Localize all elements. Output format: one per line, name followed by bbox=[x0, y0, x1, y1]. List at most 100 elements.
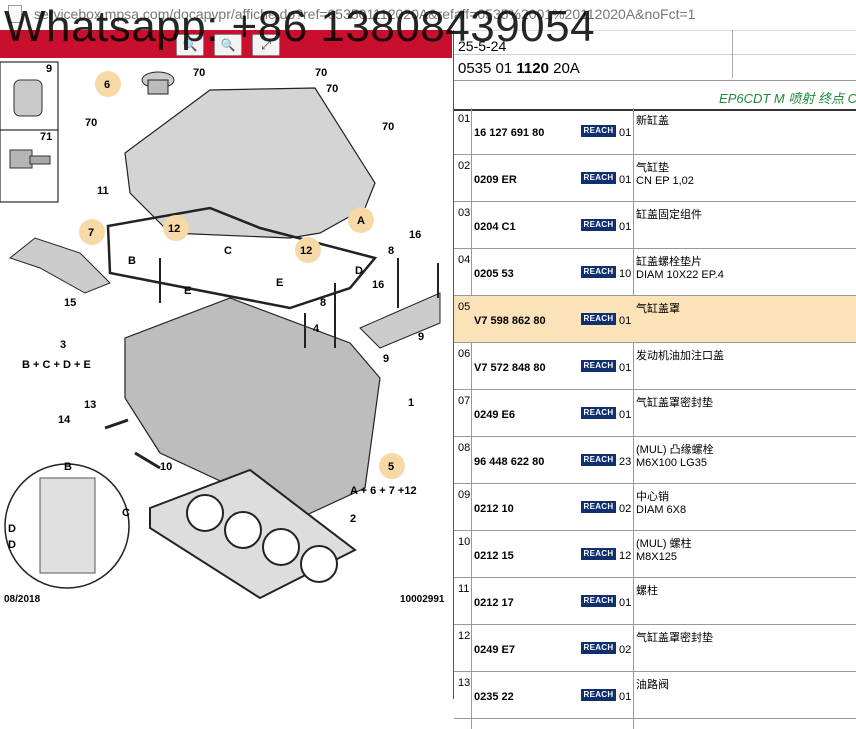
part-spec: M6X100 LG35 bbox=[636, 457, 707, 469]
part-number: 0212 17 bbox=[474, 597, 514, 609]
svg-text:5: 5 bbox=[388, 461, 394, 473]
svg-text:14: 14 bbox=[58, 414, 71, 426]
header-column-divider bbox=[732, 30, 733, 78]
part-spec: DIAM 10X22 EP.4 bbox=[636, 269, 724, 281]
table-row[interactable]: 01 16 127 691 80 01 新缸盖 REACH bbox=[454, 108, 856, 155]
svg-text:16: 16 bbox=[372, 279, 384, 291]
reach-badge[interactable]: REACH bbox=[581, 548, 616, 560]
table-row[interactable]: 10 0212 15 12 (MUL) 螺柱 M8X125 REACH bbox=[454, 531, 856, 578]
zoom-in-icon[interactable]: 🔍 bbox=[176, 34, 204, 56]
svg-text:12: 12 bbox=[300, 245, 312, 257]
row-index: 07 bbox=[458, 395, 471, 407]
table-row[interactable]: 08 96 448 622 80 23 (MUL) 凸缘螺栓 M6X100 LG35 RE… bbox=[454, 437, 856, 484]
svg-text:4: 4 bbox=[313, 323, 320, 335]
table-row[interactable]: 12 0249 E7 02 气缸盖罩密封垫 REACH bbox=[454, 625, 856, 672]
part-description: 缸盖固定组件 bbox=[636, 209, 702, 221]
header-divider bbox=[454, 54, 856, 55]
part-number: 96 448 622 80 bbox=[474, 456, 545, 468]
table-row[interactable]: 03 0204 C1 01 缸盖固定组件 REACH bbox=[454, 202, 856, 249]
table-row[interactable]: 13 0235 22 01 油路阀 REACH bbox=[454, 672, 856, 719]
quantity: 02 bbox=[619, 503, 632, 515]
part-description: 气缸盖罩密封垫 bbox=[636, 632, 713, 644]
part-spec: DIAM 6X8 bbox=[636, 504, 687, 516]
svg-text:E: E bbox=[276, 277, 283, 289]
svg-text:70: 70 bbox=[382, 121, 394, 133]
reach-badge[interactable]: REACH bbox=[581, 501, 616, 513]
svg-text:3: 3 bbox=[60, 339, 66, 351]
parts-table: 01 16 127 691 80 01 新缸盖 REACH 02 0209 ER 01 气缸垫 C… bbox=[454, 108, 856, 719]
reach-badge[interactable]: REACH bbox=[581, 595, 616, 607]
svg-text:B: B bbox=[64, 461, 72, 473]
reach-badge[interactable]: REACH bbox=[581, 172, 616, 184]
part-number: 0249 E6 bbox=[474, 409, 515, 421]
reach-badge[interactable]: REACH bbox=[581, 407, 616, 419]
reach-badge[interactable]: REACH bbox=[581, 219, 616, 231]
svg-text:1: 1 bbox=[408, 397, 414, 409]
reach-badge[interactable]: REACH bbox=[581, 689, 616, 701]
row-index: 12 bbox=[458, 630, 471, 642]
svg-text:11: 11 bbox=[97, 185, 109, 197]
part-description: (MUL) 螺柱 bbox=[636, 538, 692, 550]
quantity: 01 bbox=[619, 597, 632, 609]
table-row[interactable]: 06 V7 572 848 80 01 发动机油加注口盖 REACH bbox=[454, 343, 856, 390]
svg-text:9: 9 bbox=[46, 63, 52, 75]
row-index: 03 bbox=[458, 207, 471, 219]
reach-badge[interactable]: REACH bbox=[581, 454, 616, 466]
quantity: 01 bbox=[619, 362, 632, 374]
row-index: 05 bbox=[458, 301, 471, 313]
part-description: 螺柱 bbox=[636, 585, 658, 597]
svg-text:2: 2 bbox=[350, 513, 356, 525]
table-row[interactable]: 07 0249 E6 01 气缸盖罩密封垫 REACH bbox=[454, 390, 856, 437]
svg-text:70: 70 bbox=[326, 83, 338, 95]
reach-badge[interactable]: REACH bbox=[581, 642, 616, 654]
reset-zoom-icon[interactable]: ⤢ bbox=[252, 34, 280, 56]
svg-text:A: A bbox=[357, 215, 365, 227]
table-row[interactable]: 04 0205 53 10 缸盖螺栓垫片 DIAM 10X22 EP.4 REACH bbox=[454, 249, 856, 296]
row-index: 09 bbox=[458, 489, 471, 501]
table-row[interactable]: 05 V7 598 862 80 01 气缸盖罩 REACH bbox=[454, 296, 856, 343]
parts-diagram: 9 71 6 70 70 70 70 70 11 A 7 12 C 12 16 … bbox=[0, 58, 452, 609]
svg-text:71: 71 bbox=[40, 131, 52, 143]
svg-text:B: B bbox=[128, 255, 136, 267]
reach-badge[interactable]: REACH bbox=[581, 360, 616, 372]
svg-text:7: 7 bbox=[88, 227, 94, 239]
zoom-out-icon[interactable]: 🔍 bbox=[214, 34, 242, 56]
svg-text:C: C bbox=[122, 507, 130, 519]
part-number: 0209 ER bbox=[474, 174, 517, 186]
svg-text:8: 8 bbox=[320, 297, 326, 309]
quantity: 10 bbox=[619, 268, 632, 280]
svg-text:C: C bbox=[224, 245, 232, 257]
svg-text:D: D bbox=[8, 523, 16, 535]
table-row[interactable]: 11 0212 17 01 螺柱 REACH bbox=[454, 578, 856, 625]
part-description: 气缸盖罩 bbox=[636, 303, 680, 315]
row-index: 13 bbox=[458, 677, 471, 689]
svg-text:9: 9 bbox=[383, 353, 389, 365]
row-index: 10 bbox=[458, 536, 471, 548]
svg-text:70: 70 bbox=[85, 117, 97, 129]
part-number: 0205 53 bbox=[474, 268, 514, 280]
row-index: 02 bbox=[458, 160, 471, 172]
part-description: 缸盖螺栓垫片 bbox=[636, 256, 702, 268]
quantity: 02 bbox=[619, 644, 632, 656]
row-index: 06 bbox=[458, 348, 471, 360]
quantity: 01 bbox=[619, 315, 632, 327]
reach-badge[interactable]: REACH bbox=[581, 125, 616, 137]
quantity: 01 bbox=[619, 127, 632, 139]
quantity: 01 bbox=[619, 221, 632, 233]
reach-badge[interactable]: REACH bbox=[581, 266, 616, 278]
svg-text:9: 9 bbox=[418, 331, 424, 343]
url-text[interactable]: servicebox.mpsa.com/docapvpr/affiche.do?… bbox=[34, 6, 695, 22]
table-row[interactable]: 09 0212 10 02 中心销 DIAM 6X8 REACH bbox=[454, 484, 856, 531]
row-index: 04 bbox=[458, 254, 471, 266]
part-description: 新缸盖 bbox=[636, 115, 669, 127]
svg-text:B + C + D + E: B + C + D + E bbox=[22, 359, 91, 371]
quantity: 23 bbox=[619, 456, 632, 468]
address-bar[interactable]: servicebox.mpsa.com/docapvpr/affiche.do?… bbox=[0, 0, 856, 31]
parts-list-panel: 25-5-24 0535 01 1120 20A EP6CDT M 喷射 终点 … bbox=[453, 30, 856, 729]
part-number: 0212 10 bbox=[474, 503, 514, 515]
reach-badge[interactable]: REACH bbox=[581, 313, 616, 325]
quantity: 01 bbox=[619, 174, 632, 186]
svg-text:D: D bbox=[355, 265, 363, 277]
table-row[interactable]: 02 0209 ER 01 气缸垫 CN EP 1,02 REACH bbox=[454, 155, 856, 202]
part-number: V7 598 862 80 bbox=[474, 315, 546, 327]
